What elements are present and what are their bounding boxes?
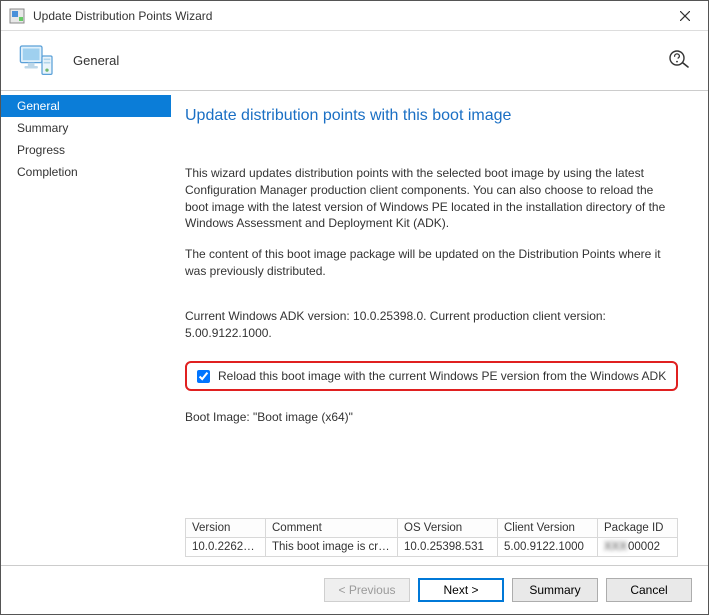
summary-button[interactable]: Summary — [512, 578, 598, 602]
sidebar-item-completion[interactable]: Completion — [1, 161, 171, 183]
col-os-version[interactable]: OS Version — [398, 519, 498, 538]
col-comment[interactable]: Comment — [266, 519, 398, 538]
page-title: General — [73, 53, 119, 68]
reload-checkbox-row: Reload this boot image with the current … — [185, 361, 678, 391]
versions-line: Current Windows ADK version: 10.0.25398.… — [185, 308, 678, 342]
sidebar-item-label: General — [17, 99, 60, 113]
intro-paragraph-1: This wizard updates distribution points … — [185, 165, 678, 232]
sidebar-item-summary[interactable]: Summary — [1, 117, 171, 139]
cell-client-version: 5.00.9122.1000 — [498, 538, 598, 557]
grid-header-row: Version Comment OS Version Client Versio… — [186, 519, 678, 538]
computer-icon — [17, 41, 57, 81]
col-client-version[interactable]: Client Version — [498, 519, 598, 538]
titlebar: Update Distribution Points Wizard — [1, 1, 708, 31]
help-icon[interactable] — [668, 49, 692, 76]
cell-os-version: 10.0.25398.531 — [398, 538, 498, 557]
boot-image-grid-wrap: Version Comment OS Version Client Versio… — [185, 518, 678, 557]
sidebar-item-label: Progress — [17, 143, 65, 157]
sidebar-item-general[interactable]: General — [1, 95, 171, 117]
package-id-hidden: XXX — [604, 541, 627, 553]
reload-checkbox-label[interactable]: Reload this boot image with the current … — [218, 369, 666, 383]
content-heading: Update distribution points with this boo… — [185, 107, 678, 125]
boot-image-grid: Version Comment OS Version Client Versio… — [185, 518, 678, 557]
next-button[interactable]: Next > — [418, 578, 504, 602]
window-title: Update Distribution Points Wizard — [33, 9, 670, 23]
sidebar-item-progress[interactable]: Progress — [1, 139, 171, 161]
package-id-suffix: 00002 — [628, 541, 660, 553]
cell-version: 10.0.22621.1 — [186, 538, 266, 557]
sidebar-item-label: Completion — [17, 165, 78, 179]
wizard-buttons: < Previous Next > Summary Cancel — [1, 565, 708, 614]
col-version[interactable]: Version — [186, 519, 266, 538]
wizard-body: General Summary Progress Completion Upda… — [1, 91, 708, 565]
boot-image-line: Boot Image: "Boot image (x64)" — [185, 409, 678, 426]
wizard-content: Update distribution points with this boo… — [171, 91, 708, 565]
intro-paragraph-2: The content of this boot image package w… — [185, 246, 678, 280]
wizard-nav: General Summary Progress Completion — [1, 91, 171, 565]
close-button[interactable] — [670, 1, 700, 31]
cancel-button[interactable]: Cancel — [606, 578, 692, 602]
wizard-header: General — [1, 31, 708, 91]
col-package-id[interactable]: Package ID — [598, 519, 678, 538]
reload-checkbox[interactable] — [197, 370, 210, 383]
previous-button: < Previous — [324, 578, 410, 602]
sidebar-item-label: Summary — [17, 121, 68, 135]
cell-package-id: XXX00002 — [598, 538, 678, 557]
table-row[interactable]: 10.0.22621.1 This boot image is create..… — [186, 538, 678, 557]
wizard-window: Update Distribution Points Wizard Genera… — [0, 0, 709, 615]
app-icon — [9, 8, 25, 24]
cell-comment: This boot image is create... — [266, 538, 398, 557]
